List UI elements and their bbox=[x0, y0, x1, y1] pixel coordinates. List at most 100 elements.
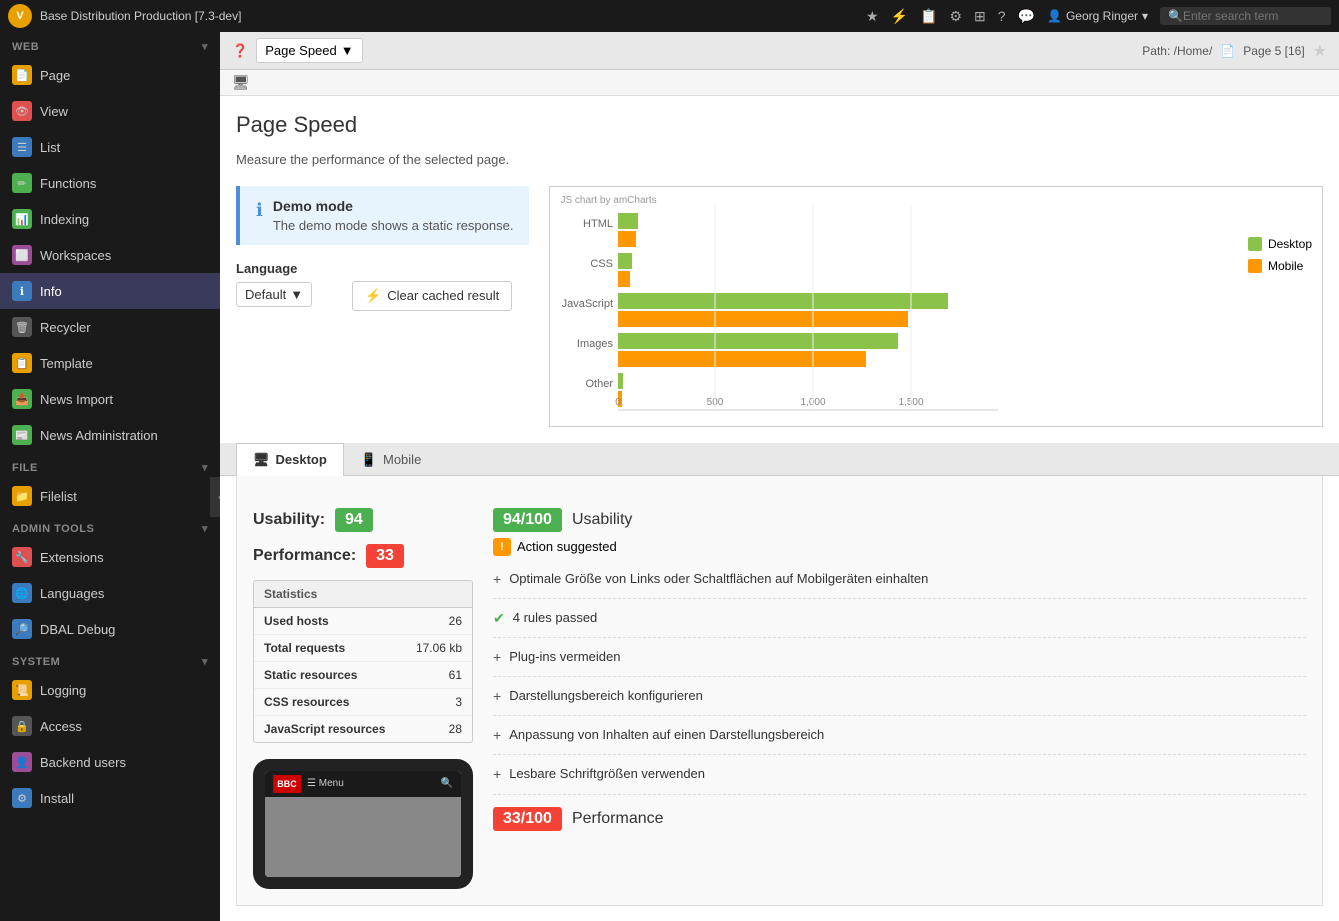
topbar: V Base Distribution Production [7.3-dev]… bbox=[0, 0, 1339, 32]
sidebar-item-languages[interactable]: 🌐 Languages bbox=[0, 575, 220, 611]
user-menu[interactable]: 👤 Georg Ringer ▾ bbox=[1047, 9, 1148, 23]
dbal-debug-icon: 🔎 bbox=[12, 619, 32, 639]
sidebar-item-news-admin[interactable]: 📰 News Administration bbox=[0, 417, 220, 453]
sidebar-item-news-admin-label: News Administration bbox=[40, 428, 158, 443]
language-value: Default bbox=[245, 287, 286, 302]
cog-icon[interactable]: ⚙ bbox=[949, 8, 962, 25]
page-title: Page Speed bbox=[236, 112, 1323, 138]
right-column: 94/100 Usability ! Action suggested + Op… bbox=[493, 508, 1306, 889]
sidebar-item-access[interactable]: 🔒 Access bbox=[0, 708, 220, 744]
file-icon[interactable]: 📋 bbox=[920, 8, 937, 25]
sidebar-section-admin: ADMIN TOOLS ▾ bbox=[0, 514, 220, 539]
result-text-4: Darstellungsbereich konfigurieren bbox=[509, 687, 703, 705]
tab-mobile[interactable]: 📱 Mobile bbox=[344, 443, 438, 476]
sidebar-item-view[interactable]: 👁 View bbox=[0, 93, 220, 129]
sidebar-item-list[interactable]: ☰ List bbox=[0, 129, 220, 165]
stat-static-resources-label: Static resources bbox=[254, 661, 403, 688]
performance-result-badge: 33/100 bbox=[493, 807, 562, 831]
performance-label: Performance: bbox=[253, 547, 356, 565]
phone-mockup: BBC ☰ Menu 🔍 bbox=[253, 759, 473, 889]
sidebar-item-filelist[interactable]: 📁 Filelist bbox=[0, 478, 220, 514]
sidebar-item-filelist-label: Filelist bbox=[40, 489, 77, 504]
star-icon[interactable]: ★ bbox=[866, 8, 879, 25]
action-suggested-label: Action suggested bbox=[517, 539, 617, 554]
sidebar-item-news-import[interactable]: 📥 News Import bbox=[0, 381, 220, 417]
sidebar-item-dbal-debug-label: DBAL Debug bbox=[40, 622, 115, 637]
result-item-4: + Darstellungsbereich konfigurieren bbox=[493, 677, 1306, 716]
usability-result-label: Usability bbox=[572, 511, 632, 529]
plus-icon-3: + bbox=[493, 688, 501, 704]
svg-text:CSS: CSS bbox=[591, 258, 614, 270]
page-content: Page Speed Measure the performance of th… bbox=[220, 96, 1339, 921]
phone-search-icon: 🔍 bbox=[441, 778, 453, 789]
plus-icon-1: + bbox=[493, 571, 501, 587]
breadcrumb-path: Path: /Home/ bbox=[1142, 44, 1212, 58]
result-item-6: + Lesbare Schriftgrößen verwenden bbox=[493, 755, 1306, 794]
stat-js-resources-value: 28 bbox=[403, 715, 472, 742]
action-badge-icon: ! bbox=[493, 538, 511, 556]
page-speed-dropdown[interactable]: Page Speed ▼ bbox=[256, 38, 362, 63]
sidebar-item-functions[interactable]: ✏ Functions bbox=[0, 165, 220, 201]
file-section-arrow[interactable]: ▾ bbox=[202, 461, 208, 474]
favorite-star-icon[interactable]: ★ bbox=[1313, 41, 1327, 61]
mobile-tab-icon: 📱 bbox=[361, 452, 377, 468]
functions-icon: ✏ bbox=[12, 173, 32, 193]
sidebar-item-info-label: Info bbox=[40, 284, 62, 299]
comment-icon[interactable]: 💬 bbox=[1018, 8, 1035, 25]
sidebar-item-page[interactable]: 📄 Page bbox=[0, 57, 220, 93]
recycler-icon: 🗑 bbox=[12, 317, 32, 337]
tabs-bar: 🖥 Desktop 📱 Mobile bbox=[220, 443, 1339, 476]
svg-text:0: 0 bbox=[616, 397, 622, 408]
monitor-icon: 🖥 bbox=[232, 74, 250, 90]
stat-static-resources-value: 61 bbox=[403, 661, 472, 688]
results-layout: Usability: 94 Performance: 33 Stat bbox=[253, 508, 1306, 889]
tab-desktop[interactable]: 🖥 Desktop bbox=[236, 443, 344, 476]
sidebar-item-backend-users[interactable]: 👤 Backend users bbox=[0, 744, 220, 780]
sidebar-item-template[interactable]: 📋 Template bbox=[0, 345, 220, 381]
list-icon: ☰ bbox=[12, 137, 32, 157]
page-speed-chart: HTML CSS JavaScript Images Other bbox=[558, 195, 1038, 415]
search-input[interactable] bbox=[1183, 9, 1323, 23]
grid-icon[interactable]: ⊞ bbox=[974, 8, 986, 25]
bolt-icon[interactable]: ⚡ bbox=[891, 8, 908, 25]
usability-label: Usability: bbox=[253, 511, 325, 529]
sidebar-item-recycler-label: Recycler bbox=[40, 320, 91, 335]
result-item-1: + Optimale Größe von Links oder Schaltfl… bbox=[493, 560, 1306, 599]
sidebar-item-dbal-debug[interactable]: 🔎 DBAL Debug bbox=[0, 611, 220, 647]
sidebar-item-info[interactable]: ℹ Info bbox=[0, 273, 220, 309]
web-section-arrow[interactable]: ▾ bbox=[202, 40, 208, 53]
sidebar-item-workspaces[interactable]: ⬜ Workspaces bbox=[0, 237, 220, 273]
demo-info-icon: ℹ bbox=[256, 200, 263, 221]
demo-text: The demo mode shows a static response. bbox=[273, 218, 514, 233]
sidebar-item-extensions-label: Extensions bbox=[40, 550, 104, 565]
indexing-icon: 📊 bbox=[12, 209, 32, 229]
clear-cached-result-button[interactable]: ⚡ Clear cached result bbox=[352, 281, 512, 311]
sidebar-item-indexing-label: Indexing bbox=[40, 212, 89, 227]
plus-icon-5: + bbox=[493, 766, 501, 782]
sidebar-item-install[interactable]: ⚙ Install bbox=[0, 780, 220, 816]
sidebar-item-logging[interactable]: 📜 Logging bbox=[0, 672, 220, 708]
sidebar-item-indexing[interactable]: 📊 Indexing bbox=[0, 201, 220, 237]
admin-section-arrow[interactable]: ▾ bbox=[202, 522, 208, 535]
mobile-swatch bbox=[1248, 259, 1262, 273]
sidebar-collapse-button[interactable]: ‹ bbox=[210, 477, 220, 517]
demo-mode-box: ℹ Demo mode The demo mode shows a static… bbox=[236, 186, 529, 245]
breadcrumb-bar: ❓ Page Speed ▼ Path: /Home/ 📄 Page 5 [16… bbox=[220, 32, 1339, 70]
template-icon: 📋 bbox=[12, 353, 32, 373]
left-column: Usability: 94 Performance: 33 Stat bbox=[253, 508, 473, 889]
language-arrow-icon: ▼ bbox=[290, 287, 303, 302]
extensions-icon: 🔧 bbox=[12, 547, 32, 567]
system-section-arrow[interactable]: ▾ bbox=[202, 655, 208, 668]
language-select[interactable]: Default ▼ bbox=[236, 282, 312, 307]
result-text-2: 4 rules passed bbox=[513, 609, 598, 627]
search-box[interactable]: 🔍 bbox=[1160, 7, 1331, 25]
result-item-3: + Plug-ins vermeiden bbox=[493, 638, 1306, 677]
performance-result-label: Performance bbox=[572, 810, 664, 828]
breadcrumb-right: Path: /Home/ 📄 Page 5 [16] ★ bbox=[1142, 41, 1327, 61]
breadcrumb-page: Page 5 [16] bbox=[1243, 44, 1304, 58]
sidebar-section-system: SYSTEM ▾ bbox=[0, 647, 220, 672]
help-icon[interactable]: ❓ bbox=[232, 43, 248, 59]
sidebar-item-recycler[interactable]: 🗑 Recycler bbox=[0, 309, 220, 345]
question-icon[interactable]: ? bbox=[998, 8, 1006, 24]
sidebar-item-extensions[interactable]: 🔧 Extensions bbox=[0, 539, 220, 575]
